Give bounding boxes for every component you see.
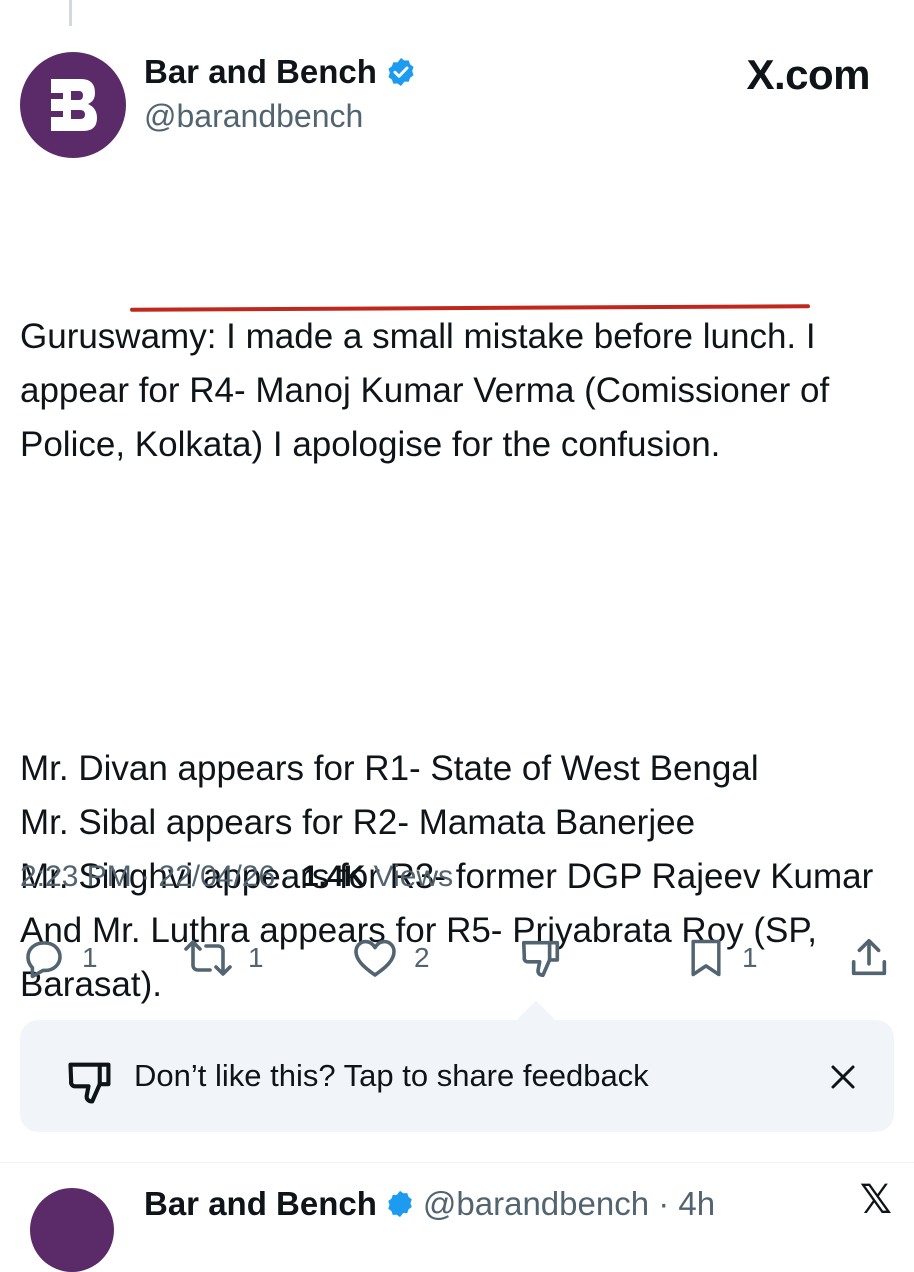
bookmark-button[interactable]: 1	[684, 930, 758, 986]
next-post-author-name[interactable]: Bar and Bench	[144, 1184, 377, 1224]
next-post-handle[interactable]: @barandbench · 4h	[423, 1184, 715, 1224]
like-icon	[354, 939, 396, 977]
feedback-text[interactable]: Don’t like this? Tap to share feedback	[134, 1054, 649, 1098]
share-button[interactable]	[846, 930, 892, 986]
post-divider	[0, 1162, 914, 1163]
dislike-icon	[521, 940, 560, 978]
next-post-header[interactable]: Bar and Bench @barandbench · 4h	[144, 1184, 715, 1224]
repost-icon	[184, 940, 232, 976]
avatar[interactable]	[20, 52, 126, 158]
tweet-spacer	[20, 580, 900, 634]
reply-button[interactable]: 1	[20, 930, 98, 986]
author-name-row[interactable]: Bar and Bench	[144, 52, 417, 92]
reply-icon	[26, 941, 62, 979]
like-button[interactable]: 2	[350, 930, 430, 986]
verified-badge-icon	[388, 1190, 412, 1218]
next-post-avatar[interactable]	[30, 1188, 114, 1272]
dislike-button[interactable]	[518, 930, 564, 986]
action-bar: 1 1 2 1	[20, 930, 894, 986]
share-icon	[851, 938, 887, 976]
reply-count: 1	[82, 942, 98, 973]
tweet-paragraph-1: Guruswamy: I made a small mistake before…	[20, 317, 839, 464]
repost-button[interactable]: 1	[182, 930, 264, 986]
author-name[interactable]: Bar and Bench	[144, 52, 377, 92]
post-date[interactable]: 22/04/26	[158, 860, 275, 893]
thread-connector-line	[69, 0, 72, 26]
feedback-prompt[interactable]: Don’t like this? Tap to share feedback	[20, 1020, 894, 1132]
x-logo-icon: 𝕏	[859, 1178, 892, 1222]
views-count: 1.4K	[301, 860, 366, 893]
like-count: 2	[414, 942, 430, 973]
meta-separator: ·	[283, 860, 294, 893]
post-time[interactable]: 2:23 PM	[20, 860, 132, 893]
thumbs-down-icon	[68, 1062, 111, 1104]
author-handle[interactable]: @barandbench	[144, 96, 363, 136]
close-icon[interactable]	[828, 1062, 858, 1092]
verified-badge-icon	[388, 58, 414, 86]
meta-separator: ·	[140, 860, 151, 893]
post-metadata: 2:23 PM · 22/04/26 · 1.4K Views	[20, 855, 453, 899]
repost-count: 1	[248, 942, 264, 973]
bar-and-bench-logo	[51, 79, 97, 131]
bookmark-count: 1	[742, 942, 758, 973]
views-label: Views	[373, 860, 454, 893]
bookmark-icon	[691, 939, 721, 977]
x-logo-icon: X.com	[746, 51, 870, 98]
